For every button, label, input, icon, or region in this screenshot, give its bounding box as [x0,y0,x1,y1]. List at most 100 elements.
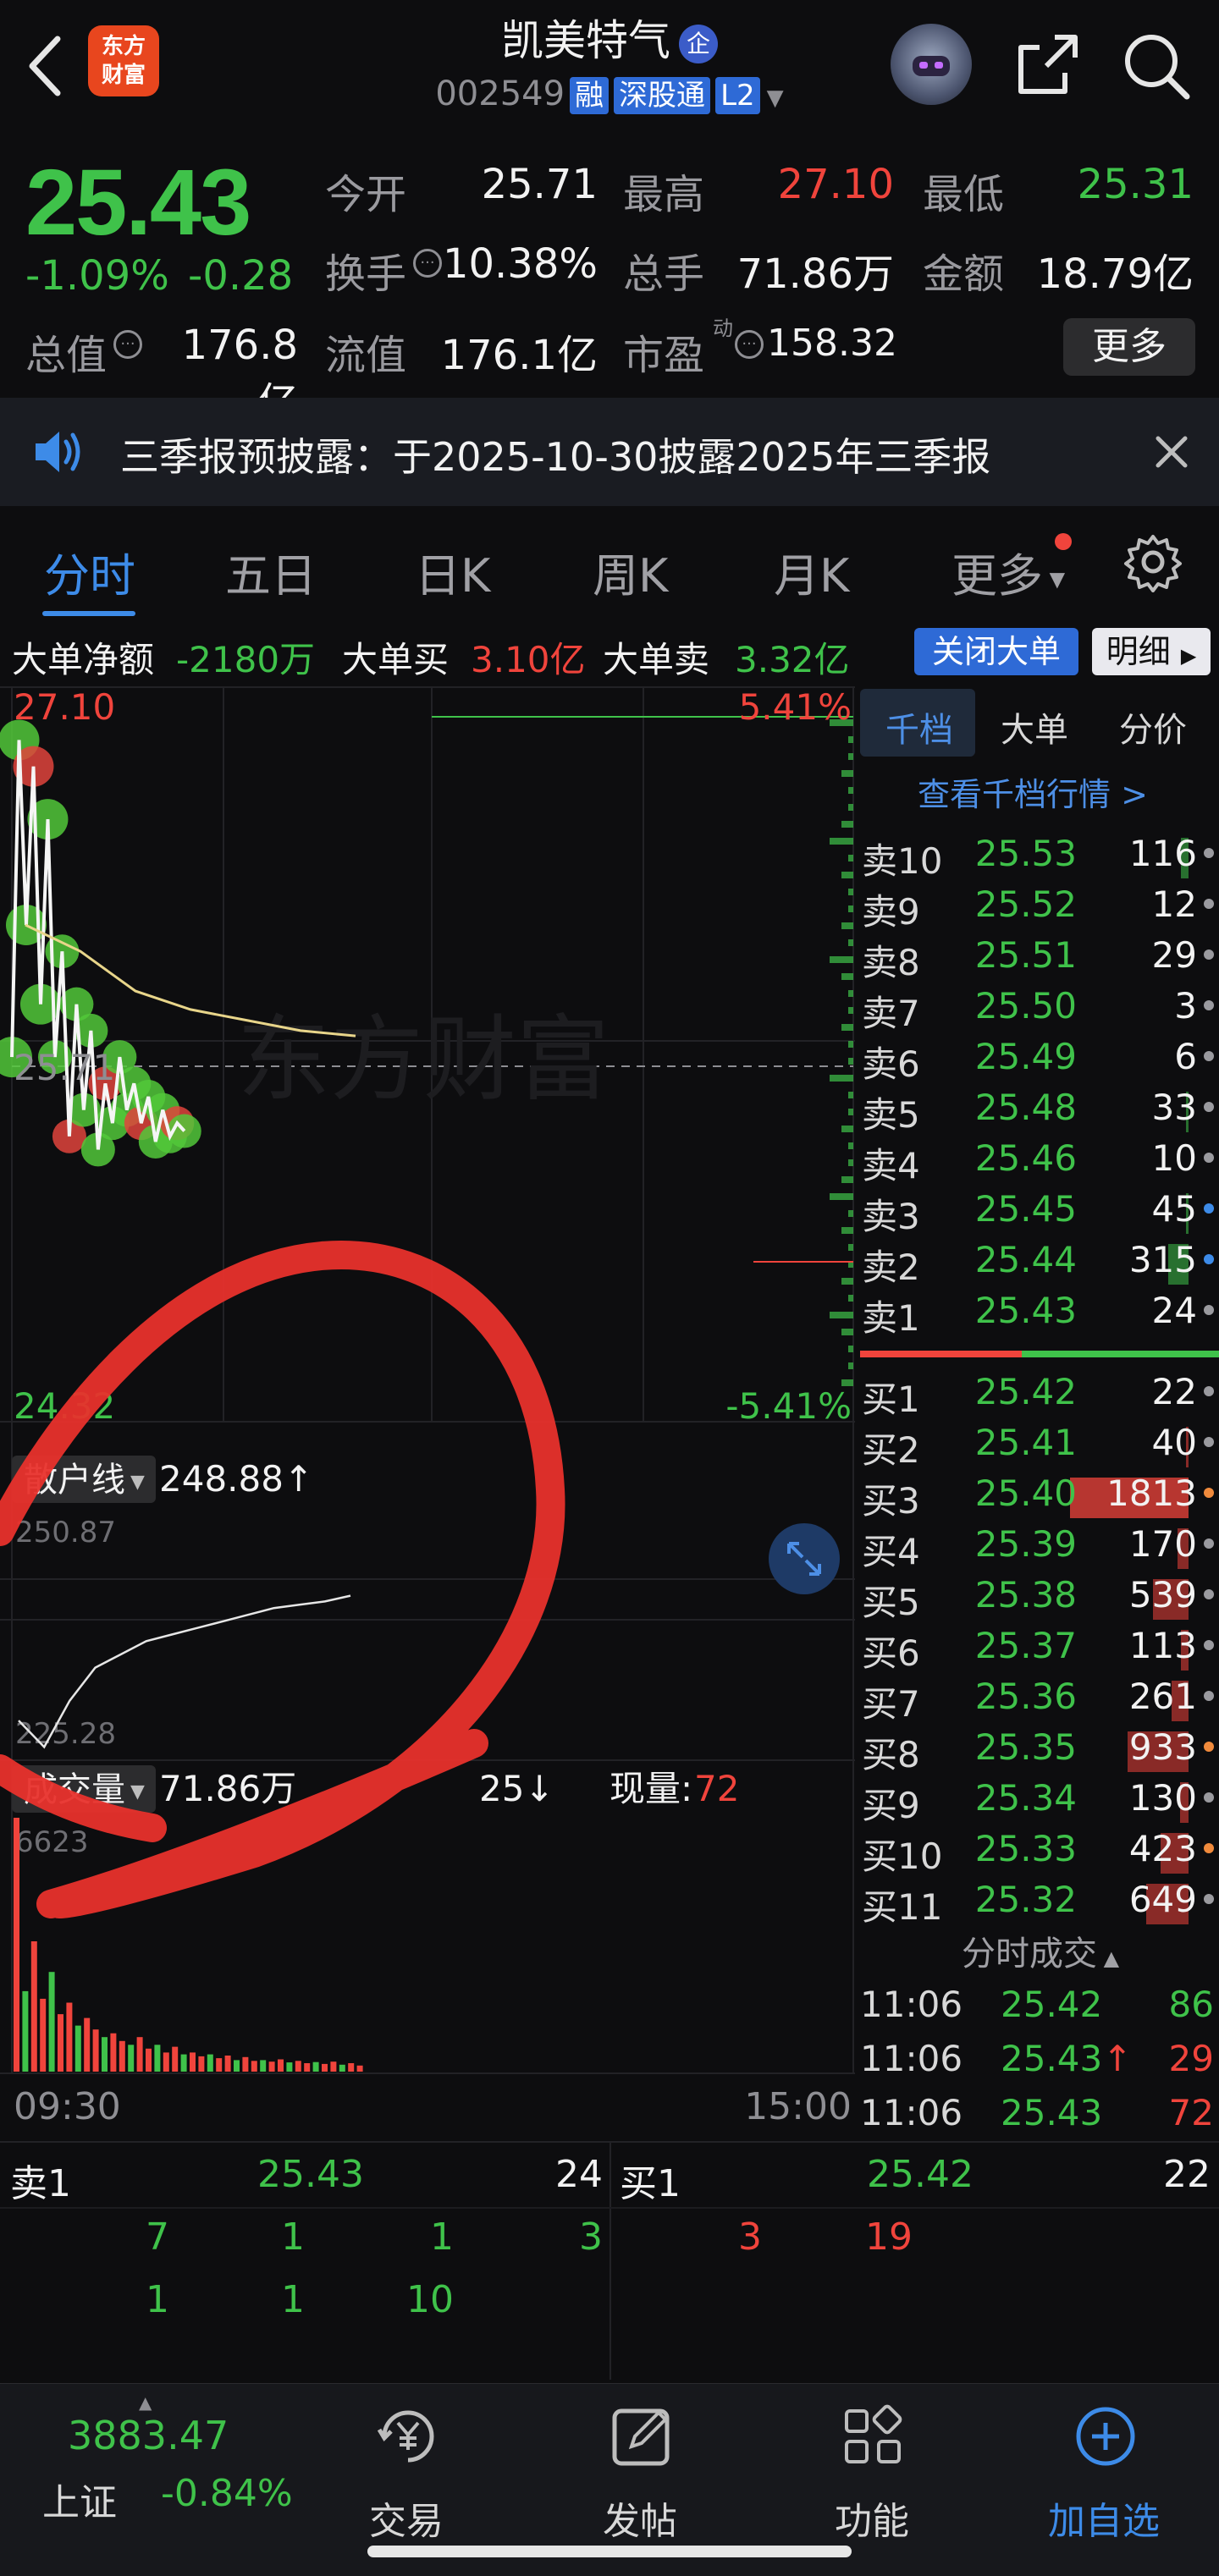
svg-text:▼: ▼ [130,1781,145,1803]
volume-bar [14,1818,19,2072]
edit-icon [612,2408,670,2466]
depth-bar [848,804,853,811]
nav-trade[interactable]: 交易 [322,2384,491,2570]
volume-bar [322,2063,328,2072]
nav-post[interactable]: 发帖 [555,2384,725,2570]
ask-row[interactable]: 卖9 25.52 12 [860,883,1219,934]
bid-price: 25.32 [974,1879,1077,1920]
tab-weekly-k[interactable]: 周K [593,538,668,605]
detail-label: 明细 [1106,633,1171,670]
home-indicator [367,2546,852,2557]
bid-price: 25.36 [974,1676,1077,1717]
search-icon[interactable] [1117,27,1195,105]
depth-bar [848,1210,853,1217]
tab-price-dist[interactable]: 分价 [1119,702,1187,751]
tab-monthly-k[interactable]: 月K [774,538,849,605]
bid-row[interactable]: 买1 25.42 22 [860,1371,1219,1422]
more-button[interactable]: 更多 [1063,318,1195,376]
ask-qty: 3 [1174,985,1197,1027]
status-dot [1204,1792,1214,1803]
tab-intraday[interactable]: 分时 [44,538,135,605]
notice-text: 三季报预披露：于2025-10-30披露2025年三季报 [120,434,991,480]
tab-five-day[interactable]: 五日 [225,538,317,605]
ask-row[interactable]: 卖7 25.50 3 [860,985,1219,1036]
depth-bar [841,1278,853,1285]
trade-qty: 29 [1168,2038,1214,2079]
trades-title[interactable]: 分时成交 ▲ [962,1926,1119,1975]
bid-qty: 539 [1128,1574,1197,1616]
big-order-buy-value: 3.10亿 [471,639,586,680]
depth-bar [848,1058,853,1065]
ask-row[interactable]: 卖4 25.46 10 [860,1137,1219,1188]
volume-bar [66,2002,73,2072]
volume-bar [92,2029,99,2072]
avatar-robot-icon[interactable] [891,24,972,105]
tab-more[interactable]: 更多 ▼ [951,538,1065,605]
detail-button[interactable]: 明细 ▶ [1092,628,1211,675]
ask-row[interactable]: 卖8 25.51 29 [860,934,1219,985]
status-dot [1204,1742,1214,1752]
bid-row[interactable]: 买9 25.34 130 [860,1777,1219,1828]
depth-bar [848,939,853,946]
info-icon[interactable]: ··· [113,330,142,359]
bid-row[interactable]: 买10 25.33 423 [860,1828,1219,1879]
ask-price: 25.53 [974,833,1077,874]
ask-price: 25.48 [974,1087,1077,1128]
current-price: 25.43 [25,151,251,255]
volume-bar [207,2054,213,2072]
depth-bar [848,1244,853,1251]
buy-queue-item: 3 [738,2215,762,2259]
bid-row[interactable]: 买3 25.40 1813 [860,1472,1219,1523]
share-icon[interactable] [1012,29,1084,100]
caret-up-icon: ▲ [139,2392,152,2413]
close-icon[interactable] [1153,433,1190,474]
bid-row[interactable]: 买6 25.37 113 [860,1625,1219,1676]
bid-row[interactable]: 买11 25.32 649 [860,1879,1219,1929]
tab-large-order[interactable]: 大单 [1001,702,1068,751]
ask-row[interactable]: 卖5 25.48 33 [860,1087,1219,1137]
volume-bar [260,2060,267,2072]
depth-bar [841,872,853,878]
bid-row[interactable]: 买7 25.36 261 [860,1676,1219,1726]
expand-icon[interactable] [769,1523,840,1594]
ask-label: 卖5 [862,1094,920,1136]
volume-bar [172,2046,179,2072]
bid-price: 25.35 [974,1726,1077,1768]
status-dot [1204,848,1214,858]
ask-row[interactable]: 卖2 25.44 315 [860,1239,1219,1290]
bid-label: 买4 [862,1531,920,1572]
sell-queue-item: 7 [146,2215,169,2259]
close-big-order-button[interactable]: 关闭大单 [914,628,1078,675]
volume-bar [339,2064,345,2072]
bid-row[interactable]: 买4 25.39 170 [860,1523,1219,1574]
view-depth-link[interactable]: 查看千档行情 > [918,768,1148,815]
bid-row[interactable]: 买8 25.35 933 [860,1726,1219,1777]
nav-functions[interactable]: 功能 [787,2384,957,2570]
settings-gear-icon[interactable] [1122,531,1183,596]
trade-row: 11:06 25.43↑ 29 [860,2038,1219,2092]
ask-row[interactable]: 卖3 25.45 45 [860,1188,1219,1239]
nav-add-watchlist[interactable]: 加自选 [1019,2384,1189,2570]
ask-price: 25.49 [974,1036,1077,1077]
depth-bar [841,922,853,929]
volume-bar [356,2065,363,2072]
tab-daily-k[interactable]: 日K [415,538,490,605]
ask-row[interactable]: 卖1 25.43 24 [860,1290,1219,1340]
nav-functions-label: 功能 [835,2500,909,2543]
depth-bar [848,1041,853,1048]
bid-row[interactable]: 买2 25.41 40 [860,1422,1219,1472]
volume-bar [286,2062,293,2072]
big-order-sell-label: 大单卖 [603,639,710,680]
tab-depth[interactable]: 千档 [885,702,953,751]
info-icon[interactable]: ··· [413,249,442,278]
ask-row[interactable]: 卖10 25.53 116 [860,833,1219,883]
ask-row[interactable]: 卖6 25.49 6 [860,1036,1219,1087]
intraday-chart[interactable]: 东方财富 27.10 25.71 24.32 5.41% -5.41% 散户线 … [0,685,855,2141]
volume-bar [48,1972,55,2072]
info-icon[interactable]: ··· [735,330,764,359]
bid-row[interactable]: 买5 25.38 539 [860,1574,1219,1625]
status-dot [1204,1488,1214,1498]
index-value[interactable]: 3883.47 [68,2413,229,2458]
volume-bar [242,2056,249,2072]
status-dot [1204,949,1214,960]
